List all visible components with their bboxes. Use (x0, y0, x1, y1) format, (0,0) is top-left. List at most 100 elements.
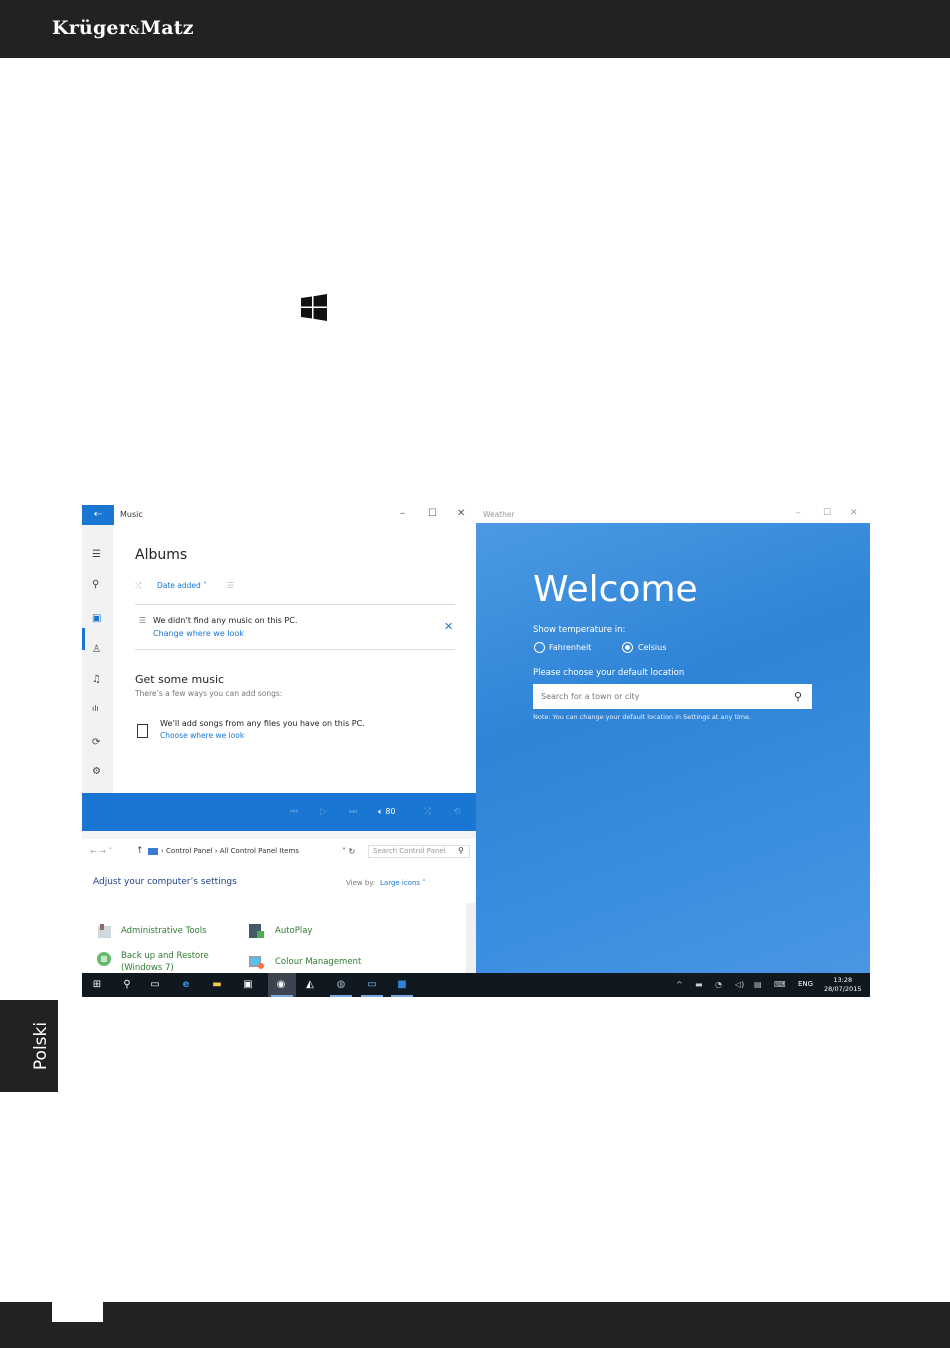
music-app-window: ⇠ Music – ☐ ✕ ☰ ⚲ ▣ ♙ ♫ ılı ⟳ ⚙ Albums ⤮… (82, 505, 476, 831)
volume-icon[interactable]: ◁) (735, 980, 744, 989)
language-label: Polski (31, 1021, 51, 1071)
taskbar: ⊞ ⚲ ▭ e ▬ ▣ ◉ ◭ ◍ ▭ ■ ^ ▬ ◔ ◁) ▤ ⌨ ENG 1… (82, 973, 870, 997)
weather-titlebar: Weather – ☐ ✕ (476, 505, 870, 523)
store-icon[interactable]: ▣ (241, 978, 255, 992)
weather-app-icon[interactable]: ■ (395, 978, 409, 992)
maximize-icon[interactable]: ☐ (823, 508, 831, 518)
search-icon[interactable]: ⚲ (794, 690, 802, 703)
search-icon[interactable]: ⚲ (458, 846, 464, 855)
backup-restore-icon (97, 952, 111, 966)
action-center-icon[interactable]: ▤ (754, 980, 762, 989)
breadcrumb[interactable]: › Control Panel › All Control Panel Item… (148, 845, 360, 858)
edge-browser-icon[interactable]: e (179, 978, 193, 992)
celsius-label[interactable]: Celsius (638, 643, 666, 652)
autoplay-icon (249, 924, 264, 938)
divider (135, 649, 455, 650)
breadcrumb-all-items[interactable]: All Control Panel Items (220, 847, 299, 855)
brand-main: Krüger (52, 17, 129, 39)
location-search-input[interactable]: Search for a town or city (533, 684, 812, 709)
clock[interactable]: 13:28 28/07/2015 (824, 976, 861, 994)
refresh-icon[interactable]: ˅ ↻ (342, 847, 355, 856)
view-by-dropdown[interactable]: Large icons ˅ (380, 879, 426, 887)
sync-icon[interactable]: ⟳ (92, 737, 100, 748)
search-icon[interactable]: ⚲ (92, 579, 99, 590)
volume-control[interactable]: 🔈︎ 80 (378, 807, 396, 817)
breadcrumb-control-panel[interactable]: Control Panel (166, 847, 212, 855)
repeat-icon[interactable]: ⟲ (453, 807, 461, 817)
shuffle-icon[interactable]: ⤮ (424, 807, 431, 817)
volume-value: 80 (385, 807, 396, 816)
battery-icon[interactable]: ▬ (695, 980, 703, 989)
start-icon[interactable]: ⊞ (90, 978, 104, 992)
colour-management-link[interactable]: Colour Management (275, 957, 361, 967)
windows-screenshot: ⇠ Music – ☐ ✕ ☰ ⚲ ▣ ♙ ♫ ılı ⟳ ⚙ Albums ⤮… (82, 505, 870, 997)
albums-icon[interactable]: ▣ (92, 613, 101, 624)
show-temperature-label: Show temperature in: (533, 625, 626, 635)
adjust-settings-title: Adjust your computer’s settings (93, 877, 237, 887)
music-titlebar: ⇠ Music – ☐ ✕ (82, 505, 476, 525)
backup-restore-link-suffix[interactable]: (Windows 7) (121, 963, 174, 973)
network-icon[interactable]: ◔ (715, 980, 722, 989)
select-icon[interactable]: ☰ (227, 581, 234, 590)
close-icon[interactable]: ✕ (850, 508, 858, 518)
language-indicator[interactable]: ENG (798, 980, 813, 988)
location-note: Note: You can change your default locati… (533, 713, 752, 721)
minimize-icon[interactable]: – (796, 508, 801, 518)
folder-icon: ☰ (139, 616, 147, 625)
administrative-tools-link[interactable]: Administrative Tools (121, 926, 207, 936)
sort-dropdown[interactable]: Date added ˅ (157, 581, 207, 590)
control-panel-search-input[interactable]: Search Control Panel (368, 845, 470, 858)
no-music-message: We didn’t find any music on this PC. (153, 616, 298, 625)
get-music-heading: Get some music (135, 673, 225, 686)
choose-where-we-look-link[interactable]: Choose where we look (160, 731, 244, 740)
groove-music-icon[interactable]: ◉ (274, 978, 288, 992)
weather-app-name: Weather (483, 510, 515, 519)
autoplay-link[interactable]: AutoPlay (275, 926, 312, 936)
control-panel-icon[interactable]: ◍ (334, 978, 348, 992)
songs-icon[interactable]: ♫ (92, 674, 101, 685)
breadcrumb-sep: › (214, 847, 218, 855)
scrollbar[interactable] (466, 903, 476, 973)
colour-management-icon (249, 956, 264, 969)
previous-icon[interactable]: ⏮ (290, 807, 298, 817)
player-bar: ⏮ ▷ ⏭ 🔈︎ 80 ⤮ ⟲ (82, 793, 476, 831)
control-panel-titlebar (82, 831, 476, 839)
celsius-radio[interactable] (622, 642, 633, 653)
maximize-icon[interactable]: ☐ (428, 508, 437, 519)
page-number-box (52, 1302, 103, 1322)
dismiss-icon[interactable]: ✕ (444, 620, 453, 633)
active-indicator (361, 995, 383, 997)
clock-date: 28/07/2015 (824, 985, 862, 993)
file-icon (137, 724, 148, 738)
chevron-up-icon[interactable]: ^ (676, 980, 683, 989)
file-explorer-icon[interactable]: ▬ (210, 978, 224, 992)
fahrenheit-label[interactable]: Fahrenheit (549, 643, 591, 652)
music-nav-rail: ☰ ⚲ ▣ ♙ ♫ ılı ⟳ ⚙ (82, 525, 113, 793)
minimize-icon[interactable]: – (400, 508, 405, 519)
now-playing-icon[interactable]: ılı (92, 704, 99, 713)
search-icon[interactable]: ⚲ (120, 978, 134, 992)
next-icon[interactable]: ⏭ (349, 807, 357, 817)
monitor-app-icon[interactable]: ▭ (365, 978, 379, 992)
fahrenheit-radio[interactable] (534, 642, 545, 653)
menu-icon[interactable]: ☰ (92, 549, 101, 560)
control-panel-window: ← → ˅ ↑ › Control Panel › All Control Pa… (82, 831, 476, 973)
backup-restore-link[interactable]: Back up and Restore (121, 951, 209, 961)
artists-icon[interactable]: ♙ (92, 644, 101, 655)
task-view-icon[interactable]: ▭ (148, 978, 162, 992)
administrative-tools-icon (98, 924, 111, 938)
weather-app-window: Weather – ☐ ✕ Welcome Show temperature i… (476, 505, 870, 973)
back-forward-icons[interactable]: ← → ˅ (90, 847, 113, 856)
settings-icon[interactable]: ⚙ (92, 766, 101, 777)
back-arrow-icon[interactable]: ⇠ (82, 505, 114, 525)
active-indicator (330, 995, 352, 997)
up-arrow-icon[interactable]: ↑ (136, 846, 144, 856)
keyboard-icon[interactable]: ⌨ (774, 980, 786, 989)
play-icon[interactable]: ▷ (320, 807, 327, 817)
close-icon[interactable]: ✕ (457, 508, 465, 519)
change-where-we-look-link[interactable]: Change where we look (153, 629, 244, 638)
photos-icon[interactable]: ◭ (303, 978, 317, 992)
view-by-label: View by: (346, 879, 376, 887)
control-panel-icon (148, 847, 158, 855)
shuffle-icon[interactable]: ⤮ (135, 581, 141, 591)
